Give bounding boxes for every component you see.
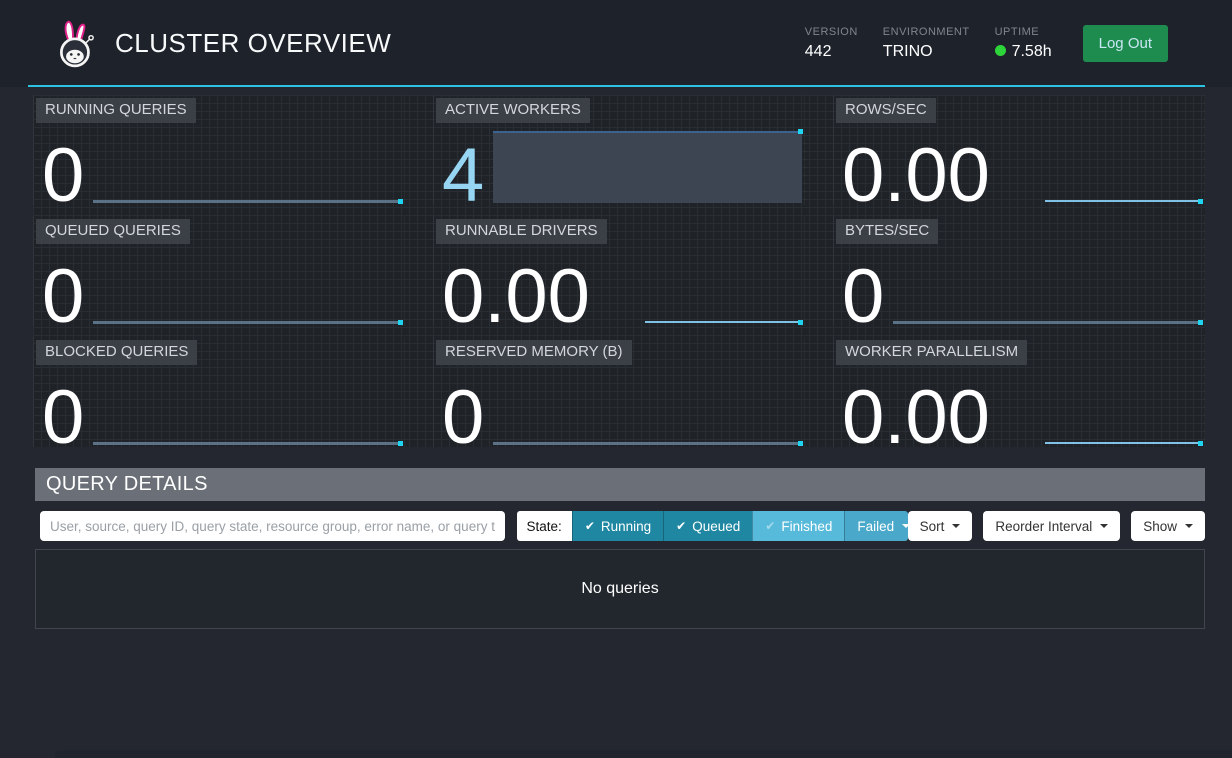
query-toolbar: State: ✔ Running ✔ Queued ✔ Finished Fai… bbox=[35, 511, 1205, 541]
stat-label: ROWS/SEC bbox=[836, 98, 936, 123]
stat-tile-runnable-drivers: RUNNABLE DRIVERS 0.00 bbox=[433, 216, 805, 326]
trino-bunny-logo-icon bbox=[54, 19, 100, 69]
query-details-header: QUERY DETAILS bbox=[35, 468, 1205, 501]
version-meta: VERSION 442 bbox=[805, 26, 858, 61]
stat-value: 4 bbox=[442, 147, 484, 205]
caret-down-icon bbox=[1185, 524, 1193, 528]
stat-label: QUEUED QUERIES bbox=[36, 219, 190, 244]
uptime-value: 7.58h bbox=[1012, 43, 1052, 60]
sparkline-dot bbox=[798, 129, 803, 134]
show-label: Show bbox=[1143, 519, 1177, 534]
sparkline bbox=[1045, 200, 1202, 202]
uptime-status-dot-icon bbox=[995, 45, 1006, 56]
sparkline-dot bbox=[398, 441, 403, 446]
stat-value: 0.00 bbox=[842, 147, 990, 205]
stat-label: RUNNABLE DRIVERS bbox=[436, 219, 607, 244]
query-list-panel: No queries bbox=[35, 549, 1205, 629]
stat-tile-blocked-queries: BLOCKED QUERIES 0 bbox=[33, 337, 405, 447]
sparkline-dot bbox=[798, 320, 803, 325]
page-title: CLUSTER OVERVIEW bbox=[115, 28, 391, 59]
query-details-section: QUERY DETAILS State: ✔ Running ✔ Queued … bbox=[35, 468, 1205, 629]
sparkline-dot bbox=[798, 441, 803, 446]
sort-dropdown[interactable]: Sort bbox=[908, 511, 973, 541]
caret-down-icon bbox=[952, 524, 960, 528]
stat-value: 0 bbox=[842, 268, 884, 326]
sparkline-dot bbox=[1198, 199, 1203, 204]
stat-value: 0 bbox=[442, 389, 484, 447]
stat-value: 0 bbox=[42, 147, 84, 205]
stat-value: 0.00 bbox=[842, 389, 990, 447]
uptime-value-row: 7.58h bbox=[995, 43, 1052, 61]
stat-tile-rows-per-sec: ROWS/SEC 0.00 bbox=[833, 95, 1205, 205]
state-filter-failed-dropdown[interactable]: Failed bbox=[844, 511, 907, 541]
sparkline bbox=[93, 442, 402, 445]
sparkline-dot bbox=[398, 199, 403, 204]
bottom-scrollbar-track[interactable] bbox=[55, 750, 1232, 758]
stat-label: BLOCKED QUERIES bbox=[36, 340, 197, 365]
sparkline bbox=[1045, 442, 1202, 444]
stat-tile-bytes-per-sec: BYTES/SEC 0 bbox=[833, 216, 1205, 326]
state-filter-group: State: ✔ Running ✔ Queued ✔ Finished Fai… bbox=[517, 511, 908, 541]
show-dropdown[interactable]: Show bbox=[1131, 511, 1205, 541]
caret-down-icon bbox=[1100, 524, 1108, 528]
state-filter-running-label: Running bbox=[601, 519, 651, 534]
environment-label: ENVIRONMENT bbox=[883, 26, 970, 38]
stat-tile-queued-queries: QUEUED QUERIES 0 bbox=[33, 216, 405, 326]
sparkline-area bbox=[493, 131, 802, 203]
query-search-input[interactable] bbox=[40, 511, 505, 541]
sparkline bbox=[93, 200, 402, 203]
stat-label: WORKER PARALLELISM bbox=[836, 340, 1027, 365]
toolbar-right-buttons: Sort Reorder Interval Show bbox=[908, 511, 1205, 541]
stat-label: RUNNING QUERIES bbox=[36, 98, 196, 123]
sort-label: Sort bbox=[920, 519, 945, 534]
stat-value: 0 bbox=[42, 389, 84, 447]
stat-tile-running-queries: RUNNING QUERIES 0 bbox=[33, 95, 405, 205]
environment-value: TRINO bbox=[883, 43, 970, 61]
sparkline-dot bbox=[398, 320, 403, 325]
version-label: VERSION bbox=[805, 26, 858, 38]
reorder-interval-label: Reorder Interval bbox=[995, 519, 1092, 534]
stat-value: 0 bbox=[42, 268, 84, 326]
empty-queries-message: No queries bbox=[581, 580, 658, 598]
stat-tile-reserved-memory: RESERVED MEMORY (B) 0 bbox=[433, 337, 805, 447]
environment-meta: ENVIRONMENT TRINO bbox=[883, 26, 970, 61]
uptime-meta: UPTIME 7.58h bbox=[995, 26, 1052, 61]
stat-label: RESERVED MEMORY (B) bbox=[436, 340, 632, 365]
stat-tile-worker-parallelism: WORKER PARALLELISM 0.00 bbox=[833, 337, 1205, 447]
state-filter-queued-label: Queued bbox=[692, 519, 740, 534]
header-accent-line bbox=[28, 85, 1205, 87]
section-title: QUERY DETAILS bbox=[46, 473, 208, 496]
state-filter-finished-label: Finished bbox=[781, 519, 832, 534]
logout-button[interactable]: Log Out bbox=[1083, 25, 1168, 62]
stat-value: 0.00 bbox=[442, 268, 590, 326]
sparkline bbox=[645, 321, 802, 323]
stat-label: BYTES/SEC bbox=[836, 219, 938, 244]
check-icon: ✔ bbox=[676, 519, 686, 533]
state-filter-queued[interactable]: ✔ Queued bbox=[663, 511, 752, 541]
version-value: 442 bbox=[805, 43, 858, 61]
state-filter-label: State: bbox=[517, 511, 572, 541]
sparkline-dot bbox=[1198, 320, 1203, 325]
check-icon: ✔ bbox=[585, 519, 595, 533]
cluster-stats-grid: RUNNING QUERIES 0 ACTIVE WORKERS 4 ROWS/… bbox=[33, 95, 1205, 447]
state-filter-running[interactable]: ✔ Running bbox=[572, 511, 663, 541]
state-filter-finished[interactable]: ✔ Finished bbox=[752, 511, 844, 541]
state-filter-failed-label: Failed bbox=[857, 519, 894, 534]
cluster-meta: VERSION 442 ENVIRONMENT TRINO UPTIME 7.5… bbox=[805, 26, 1052, 61]
uptime-label: UPTIME bbox=[995, 26, 1052, 38]
sparkline bbox=[893, 321, 1202, 324]
stat-tile-active-workers: ACTIVE WORKERS 4 bbox=[433, 95, 805, 205]
reorder-interval-dropdown[interactable]: Reorder Interval bbox=[983, 511, 1120, 541]
app-header: CLUSTER OVERVIEW VERSION 442 ENVIRONMENT… bbox=[0, 0, 1232, 87]
sparkline-dot bbox=[1198, 441, 1203, 446]
stat-label: ACTIVE WORKERS bbox=[436, 98, 590, 123]
check-icon: ✔ bbox=[765, 519, 775, 533]
sparkline bbox=[93, 321, 402, 324]
sparkline bbox=[493, 442, 802, 445]
